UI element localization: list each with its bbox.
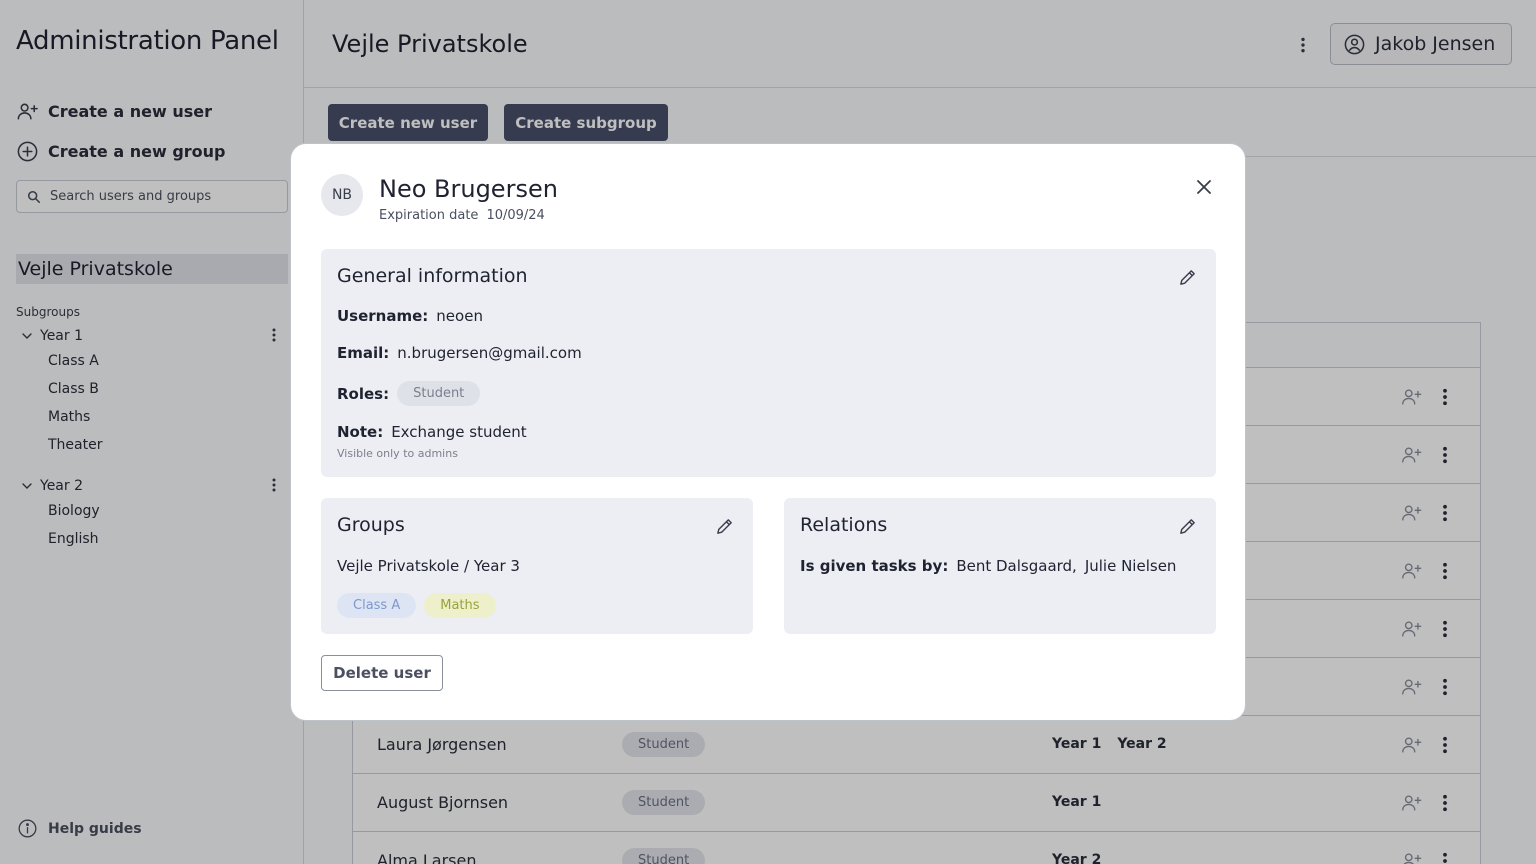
expiration-label: Expiration date [379, 208, 479, 223]
groups-card: Groups Vejle Privatskole / Year 3 Class … [321, 498, 753, 634]
relations-title: Relations [800, 514, 888, 536]
expiration-info: Expiration date 10/09/24 [379, 208, 545, 223]
pencil-icon[interactable] [715, 517, 734, 536]
group-path-value: Vejle Privatskole / Year 3 [337, 557, 520, 575]
note-hint: Visible only to admins [337, 447, 458, 460]
user-full-name: Neo Brugersen [379, 175, 558, 203]
relations-label: Is given tasks by: [800, 557, 949, 575]
expiration-value: 10/09/24 [486, 208, 545, 223]
groups-title: Groups [337, 514, 405, 536]
email-label: Email: [337, 344, 390, 362]
close-icon[interactable] [1194, 177, 1214, 197]
email-value: n.brugersen@gmail.com [397, 344, 582, 362]
group-chip-class-a[interactable]: Class A [337, 593, 417, 618]
general-info-card: General information Username: neoen Emai… [321, 249, 1216, 477]
relation-person: Julie Nielsen [1084, 557, 1177, 575]
general-info-title: General information [337, 265, 528, 287]
note-value: Exchange student [391, 423, 527, 441]
pencil-icon[interactable] [1178, 268, 1197, 287]
user-detail-modal: NB Neo Brugersen Expiration date 10/09/2… [290, 143, 1246, 721]
email-field: Email: n.brugersen@gmail.com [337, 344, 582, 362]
group-chips: Class A Maths [337, 593, 496, 618]
relation-person: Bent Dalsgaard, [956, 557, 1077, 575]
username-label: Username: [337, 307, 429, 325]
username-value: neoen [436, 307, 483, 325]
username-field: Username: neoen [337, 307, 483, 325]
relations-card: Relations Is given tasks by: Bent Dalsga… [784, 498, 1216, 634]
relations-field: Is given tasks by: Bent Dalsgaard, Julie… [800, 557, 1176, 575]
roles-label: Roles: [337, 384, 390, 403]
delete-user-button[interactable]: Delete user [321, 655, 443, 691]
note-field: Note: Exchange student [337, 423, 527, 441]
pencil-icon[interactable] [1178, 517, 1197, 536]
group-chip-maths[interactable]: Maths [424, 593, 496, 618]
avatar: NB [321, 174, 363, 216]
group-path: Vejle Privatskole / Year 3 [337, 557, 520, 575]
note-label: Note: [337, 423, 384, 441]
roles-field: Roles: Student [337, 381, 481, 406]
role-chip: Student [397, 381, 481, 406]
